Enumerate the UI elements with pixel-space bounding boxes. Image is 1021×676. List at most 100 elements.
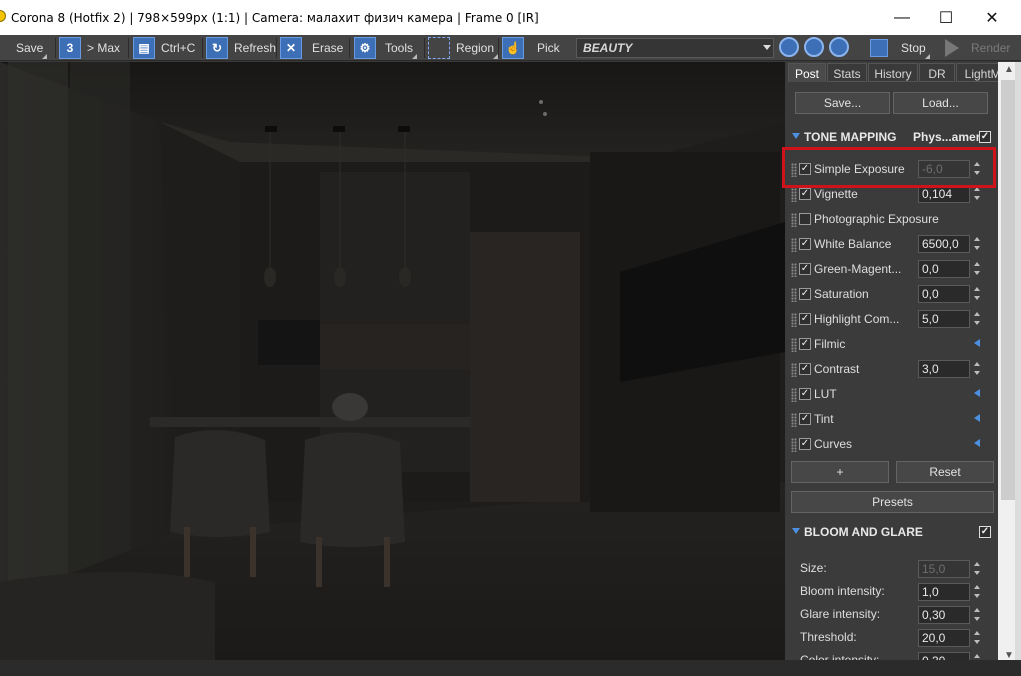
simple-exposure-input[interactable]: -6,0 <box>918 160 970 178</box>
saturation-spinner[interactable] <box>972 285 984 303</box>
collapse-triangle-icon <box>792 133 800 139</box>
expand-left-icon[interactable] <box>974 389 980 397</box>
highlight-compression-label: Highlight Com... <box>814 312 900 326</box>
refresh-icon: ↻ <box>206 37 228 59</box>
drag-handle-icon[interactable] <box>791 238 797 252</box>
save-button[interactable]: Save <box>10 37 48 59</box>
drag-handle-icon[interactable] <box>791 413 797 427</box>
vignette-spinner[interactable] <box>972 185 984 203</box>
chevron-down-icon <box>763 45 771 50</box>
zoom-out-icon[interactable] <box>804 37 824 57</box>
drag-handle-icon[interactable] <box>791 313 797 327</box>
vfb-toolbar: Save 3 > Max ▤ Ctrl+C ↻ Refresh ✕ Erase … <box>0 35 1021 61</box>
contrast-checkbox[interactable]: ✓ <box>799 363 811 375</box>
zoom-fit-icon[interactable] <box>829 37 849 57</box>
vignette-input[interactable]: 0,104 <box>918 185 970 203</box>
refresh-button[interactable]: ↻ Refresh <box>206 37 276 59</box>
tab-post[interactable]: Post <box>788 63 826 82</box>
render-channel-select[interactable]: BEAUTY <box>576 38 774 58</box>
add-operator-button[interactable]: + <box>791 461 889 483</box>
glare-intensity-spinner[interactable] <box>972 606 984 624</box>
panel-scrollbar[interactable]: ▲ ▼ <box>998 62 1021 666</box>
presets-button[interactable]: Presets <box>791 491 994 513</box>
close-button[interactable]: ✕ <box>969 4 1015 32</box>
threshold-label: Threshold: <box>800 630 857 644</box>
drag-handle-icon[interactable] <box>791 163 797 177</box>
green-magenta-spinner[interactable] <box>972 260 984 278</box>
filmic-checkbox[interactable]: ✓ <box>799 338 811 350</box>
bloom-size-input[interactable]: 15,0 <box>918 560 970 578</box>
glare-intensity-input[interactable]: 0,30 <box>918 606 970 624</box>
filmic-row: ✓ Filmic <box>786 332 998 357</box>
highlight-compression-input[interactable]: 5,0 <box>918 310 970 328</box>
white-balance-input[interactable]: 6500,0 <box>918 235 970 253</box>
simple-exposure-checkbox[interactable]: ✓ <box>799 163 811 175</box>
scroll-up-arrow-icon[interactable]: ▲ <box>1002 64 1016 78</box>
photographic-exposure-checkbox[interactable] <box>799 213 811 225</box>
zoom-in-icon[interactable] <box>779 37 799 57</box>
vignette-label: Vignette <box>814 187 858 201</box>
tools-button[interactable]: ⚙ Tools <box>354 37 418 59</box>
max-button[interactable]: 3 > Max <box>59 37 120 59</box>
saturation-checkbox[interactable]: ✓ <box>799 288 811 300</box>
bloom-intensity-spinner[interactable] <box>972 583 984 601</box>
load-settings-button[interactable]: Load... <box>893 92 988 114</box>
tab-stats[interactable]: Stats <box>827 63 867 82</box>
tone-mapping-header[interactable]: TONE MAPPING Phys...amera ✓ <box>786 126 998 148</box>
drag-handle-icon[interactable] <box>791 388 797 402</box>
lut-checkbox[interactable]: ✓ <box>799 388 811 400</box>
save-settings-button[interactable]: Save... <box>795 92 890 114</box>
copy-button[interactable]: ▤ Ctrl+C <box>133 37 195 59</box>
tab-dr[interactable]: DR <box>919 63 955 82</box>
drag-handle-icon[interactable] <box>791 363 797 377</box>
drag-handle-icon[interactable] <box>791 288 797 302</box>
tab-lightmix[interactable]: LightMix <box>956 63 998 82</box>
contrast-spinner[interactable] <box>972 360 984 378</box>
tab-history[interactable]: History <box>868 63 918 82</box>
pick-button[interactable]: ☝ Pick <box>502 37 560 59</box>
region-button[interactable]: Region <box>428 37 499 59</box>
tone-mapping-enable-checkbox[interactable]: ✓ <box>979 131 991 143</box>
drag-handle-icon[interactable] <box>791 338 797 352</box>
bloom-glare-header[interactable]: BLOOM AND GLARE ✓ <box>786 521 998 543</box>
maximize-button[interactable]: ☐ <box>923 4 969 32</box>
drag-handle-icon[interactable] <box>791 263 797 277</box>
minimize-button[interactable]: — <box>879 4 925 32</box>
saturation-label: Saturation <box>814 287 869 301</box>
drag-handle-icon[interactable] <box>791 438 797 452</box>
render-view[interactable] <box>0 62 785 660</box>
reset-button[interactable]: Reset <box>896 461 994 483</box>
tone-mapping-preset: Phys...amera <box>913 130 988 144</box>
drag-handle-icon[interactable] <box>791 188 797 202</box>
green-magenta-checkbox[interactable]: ✓ <box>799 263 811 275</box>
dropdown-corner-icon <box>412 54 418 59</box>
saturation-input[interactable]: 0,0 <box>918 285 970 303</box>
simple-exposure-spinner[interactable] <box>972 160 984 178</box>
render-button[interactable]: Render <box>945 37 1010 59</box>
highlight-compression-checkbox[interactable]: ✓ <box>799 313 811 325</box>
contrast-input[interactable]: 3,0 <box>918 360 970 378</box>
contrast-row: ✓ Contrast 3,0 <box>786 357 998 382</box>
curves-checkbox[interactable]: ✓ <box>799 438 811 450</box>
erase-button[interactable]: ✕ Erase <box>280 37 343 59</box>
green-magenta-input[interactable]: 0,0 <box>918 260 970 278</box>
stop-button[interactable]: Stop <box>870 37 930 59</box>
bloom-size-spinner[interactable] <box>972 560 984 578</box>
scrollbar-thumb[interactable] <box>1001 80 1015 500</box>
region-select-icon <box>428 37 450 59</box>
white-balance-checkbox[interactable]: ✓ <box>799 238 811 250</box>
white-balance-spinner[interactable] <box>972 235 984 253</box>
expand-left-icon[interactable] <box>974 439 980 447</box>
threshold-input[interactable]: 20,0 <box>918 629 970 647</box>
refresh-label: Refresh <box>234 41 277 55</box>
drag-handle-icon[interactable] <box>791 213 797 227</box>
vignette-checkbox[interactable]: ✓ <box>799 188 811 200</box>
bloom-intensity-input[interactable]: 1,0 <box>918 583 970 601</box>
threshold-spinner[interactable] <box>972 629 984 647</box>
tint-checkbox[interactable]: ✓ <box>799 413 811 425</box>
expand-left-icon[interactable] <box>974 339 980 347</box>
highlight-compression-spinner[interactable] <box>972 310 984 328</box>
post-panel: Post Stats History DR LightMix Save... L… <box>786 62 998 666</box>
expand-left-icon[interactable] <box>974 414 980 422</box>
bloom-glare-enable-checkbox[interactable]: ✓ <box>979 526 991 538</box>
